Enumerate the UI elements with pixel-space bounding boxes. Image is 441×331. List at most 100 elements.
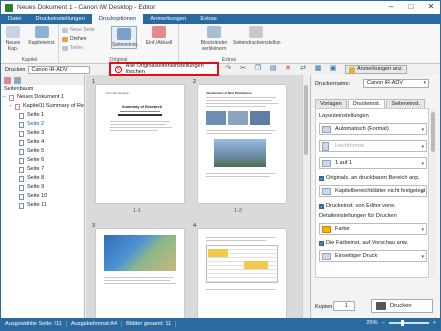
settings-scroll-thumb[interactable] <box>431 112 435 152</box>
chapter-settings-button[interactable]: Kapiteleinst. <box>28 26 56 46</box>
tree-page-label: Seite 8 <box>27 175 45 181</box>
tree-page[interactable]: Seite 6 <box>1 156 84 165</box>
tab-extras[interactable]: Extras <box>193 14 223 24</box>
page-tree-tool2-icon[interactable] <box>14 76 21 84</box>
text-line <box>110 130 158 131</box>
tree-page[interactable]: Seite 5 <box>1 147 84 156</box>
tree-page[interactable]: Seite 8 <box>1 174 84 183</box>
close-button[interactable]: ✕ <box>424 2 438 12</box>
maximize-button[interactable]: □ <box>404 2 418 12</box>
reset-icon: ⟲ <box>115 65 122 73</box>
tree-page[interactable]: Seite 7 <box>1 165 84 174</box>
move-icon[interactable]: ⇄ <box>299 65 307 73</box>
tab-seiteneinst[interactable]: Seiteneinst. <box>386 99 425 108</box>
tree-page[interactable]: Seite 1 <box>1 111 84 120</box>
reset-original-settings-button[interactable]: ⟲ Alle Originalseiteneinstellungen lösch… <box>109 62 219 76</box>
document-icon <box>9 94 14 101</box>
pages-per-sheet-icon <box>322 160 331 167</box>
cut-icon[interactable]: ✂ <box>239 65 247 73</box>
tab-anmerkungen[interactable]: Anmerkungen <box>143 14 193 24</box>
bird-photo <box>206 111 226 125</box>
fit-printable-area-checkbox[interactable]: ✓ Originals. an druckbaren Bereich anp. <box>319 175 420 181</box>
chapter-sheets-select[interactable]: Kapitelbereichblätter nicht festgelegt <box>319 185 427 197</box>
new-chapter-button[interactable]: Neues Kap. <box>4 26 22 52</box>
tree-page[interactable]: Seite 2 <box>1 120 84 129</box>
print-button[interactable]: Drucken <box>371 299 433 313</box>
page-settings-button[interactable]: Seiteneinst. <box>111 26 139 49</box>
tree-page[interactable]: Seite 9 <box>1 183 84 192</box>
chapter-icon <box>14 103 20 110</box>
paste-icon[interactable]: ▤ <box>269 65 277 73</box>
redo-icon[interactable]: ↷ <box>224 65 232 73</box>
show-annotations-button[interactable]: Anmerkungen anz. <box>345 65 408 74</box>
text-line <box>118 114 162 116</box>
tab-vorlagen[interactable]: Vorlagen <box>315 99 347 108</box>
tree-page[interactable]: Seite 3 <box>1 129 84 138</box>
orientation-select[interactable]: Hochformat <box>319 140 427 152</box>
layout-settings-label: Layouteinstellungen <box>319 113 369 119</box>
layout-select[interactable]: Automatisch (Format) <box>319 123 427 135</box>
insert-current-button[interactable]: Einf./Aktuell <box>143 26 175 46</box>
minimize-button[interactable]: – <box>384 2 398 12</box>
zoom-slider-thumb[interactable] <box>400 320 404 326</box>
group-label-kapitel: Kapitel <box>21 57 38 63</box>
print-mode-select[interactable]: Einseitiger Druck <box>319 250 427 262</box>
page-thumbnail-1[interactable]: Tom Sonnenstein Summary of Research <box>96 85 184 203</box>
rotate-button[interactable]: Drehen <box>62 36 86 42</box>
zoom-slider[interactable] <box>388 320 429 326</box>
page-tree-toolbar <box>1 75 84 85</box>
pages-per-sheet-select[interactable]: 1 auf 1 <box>319 157 427 169</box>
tab-druckeinst[interactable]: Druckeinst. <box>347 99 386 108</box>
page-canvas[interactable]: 1 Tom Sonnenstein Summary of Research 1-… <box>86 75 302 318</box>
use-editor-settings-checkbox[interactable]: ✓ Druckeinst. von Editor verw. <box>319 203 395 209</box>
page-thumbnail-4[interactable] <box>198 229 286 318</box>
printer-select[interactable]: Canon iR-ADV <box>363 79 429 88</box>
page-thumbnail-2[interactable]: Introduction of Bird Distribution <box>198 85 286 203</box>
print-button-label: Drucken <box>390 303 412 309</box>
copy-icon[interactable]: ❐ <box>254 65 262 73</box>
new-page-button[interactable]: Neue Seite <box>62 27 95 33</box>
tree-page[interactable]: Seite 10 <box>1 192 84 201</box>
tree-root[interactable]: – Neues Dokument 1 <box>1 93 84 102</box>
zoom-out-icon[interactable]: – <box>382 320 385 326</box>
page-tree-tool-icon[interactable] <box>4 76 11 84</box>
checkbox-checked-icon: ✓ <box>319 203 324 209</box>
thumbnail-icon[interactable]: ▣ <box>329 65 337 73</box>
tab-druckoptionen[interactable]: Druckoptionen <box>91 14 144 24</box>
tree-chapter[interactable]: – Kapitel1| Summary of Re <box>1 102 84 111</box>
print-settings-panel: Druckername: Canon iR-ADV Vorlagen Druck… <box>310 75 440 318</box>
color-select[interactable]: Farbe <box>319 223 427 235</box>
page-settings-label: Seiteneinst. <box>112 42 139 48</box>
text-line <box>104 280 170 281</box>
apply-color-preview-checkbox[interactable]: ✓ Die Farbeinst. auf Vorschau anw. <box>319 240 408 246</box>
split-button[interactable]: Teilen <box>62 45 83 51</box>
print-mode-value: Einseitiger Druck <box>335 253 378 259</box>
tree-page[interactable]: Seite 11 <box>1 201 84 210</box>
tree-page-label: Seite 2 <box>27 121 45 127</box>
tab-datei[interactable]: Datei <box>1 14 29 24</box>
window-title: Neues Dokument 1 - Canon iW Desktop - Ed… <box>17 4 156 11</box>
canvas-scrollbar[interactable] <box>302 75 309 318</box>
copies-input[interactable]: 1 <box>333 301 355 311</box>
tab-druckeinstellungen[interactable]: Druckeinstellungen <box>29 14 92 24</box>
reduce-margins-button[interactable]: Blockränder verkleinern <box>197 26 231 52</box>
printer-field[interactable]: Canon iR-ADV <box>28 65 91 74</box>
grid-icon[interactable]: ▦ <box>314 65 322 73</box>
page-tree-title: Seitenbaum <box>4 86 34 92</box>
tree-page-label: Seite 7 <box>27 166 45 172</box>
settings-scrollbar[interactable] <box>430 108 436 278</box>
layout-icon <box>322 126 331 133</box>
annotation-icon <box>349 66 355 73</box>
page-print-settings-button[interactable]: Seitendruckeinstellun <box>233 26 281 46</box>
checkbox-checked-icon: ✓ <box>319 175 324 181</box>
total-sheets-status: Blätter gesamt: 11 <box>122 321 177 327</box>
page-thumbnail-3[interactable] <box>96 229 184 318</box>
delete-icon[interactable]: ✕ <box>284 65 292 73</box>
page1-heading: Summary of Research <box>122 105 163 109</box>
zoom-in-icon[interactable]: + <box>433 320 436 326</box>
tree-page[interactable]: Seite 4 <box>1 138 84 147</box>
page1-author: Tom Sonnenstein <box>106 91 130 95</box>
text-line <box>206 106 266 107</box>
new-chapter-icon <box>6 26 20 38</box>
canvas-scroll-thumb[interactable] <box>304 85 308 155</box>
